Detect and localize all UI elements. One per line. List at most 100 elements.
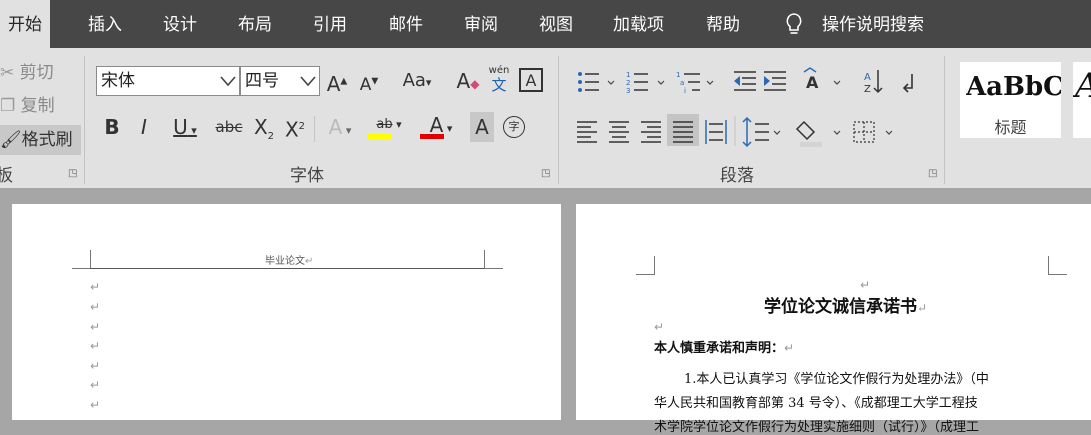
tell-me-search[interactable]: 操作说明搜索	[822, 0, 924, 48]
tab-insert[interactable]: 插入	[88, 0, 122, 48]
distributed-icon[interactable]	[705, 120, 727, 144]
style-preview-2: A	[1075, 66, 1091, 106]
chevron-down-icon: ▾	[443, 122, 453, 135]
style-heading[interactable]: AaBbC 标题	[960, 62, 1061, 138]
font-dialog-launcher-icon[interactable]: ◳	[541, 168, 552, 179]
subscript-button[interactable]: X2	[251, 112, 277, 142]
bullets-icon[interactable]	[578, 72, 615, 92]
paragraph-mark: ↵	[90, 280, 101, 294]
line-spacing-icon[interactable]	[742, 116, 781, 148]
borders-icon[interactable]	[853, 121, 893, 143]
chevron-down-icon: ▾	[392, 118, 402, 131]
chevron-down-icon: ▾	[342, 124, 352, 137]
declaration-heading-text: 本人慎重承诺和声明：	[654, 341, 785, 356]
tab-home[interactable]: 开始	[0, 0, 50, 48]
svg-text:1: 1	[676, 71, 680, 79]
body-line: 1.本人已认真学习《学位论文作假行为处理办法》（中	[684, 372, 989, 387]
paragraph-mark: ↵	[90, 300, 101, 314]
text-effects-button[interactable]: A ▾	[320, 112, 360, 142]
font-name-value: 宋体	[101, 71, 135, 91]
align-center-icon[interactable]	[609, 121, 629, 143]
svg-text:1: 1	[626, 71, 630, 79]
character-border-button[interactable]: A	[519, 68, 543, 92]
chevron-down-icon: ▾	[187, 124, 197, 137]
style-next[interactable]: A	[1073, 62, 1091, 138]
svg-text:i: i	[684, 87, 686, 95]
increase-indent-icon[interactable]	[764, 71, 786, 91]
tab-design[interactable]: 设计	[163, 0, 197, 48]
numbering-icon[interactable]: 123	[626, 71, 665, 95]
format-painter-button[interactable]: 🖌格式刷	[0, 125, 81, 155]
tab-help[interactable]: 帮助	[706, 0, 740, 48]
highlighter-icon: ab	[376, 117, 393, 132]
document-page-right[interactable]: ↵ 学位论文诚信承诺书↵ ↵ 本人慎重承诺和声明：↵ 1.本人已认真学习《学位论…	[576, 204, 1091, 435]
paragraph-mark: ↵	[90, 359, 101, 373]
lightbulb-icon[interactable]	[783, 12, 805, 38]
group-separator	[944, 56, 945, 184]
font-name-combo[interactable]: 宋体	[96, 66, 240, 96]
superscript-button[interactable]: X2	[282, 112, 308, 142]
svg-text:A: A	[806, 73, 819, 92]
shading-icon[interactable]	[795, 120, 841, 147]
style-preview: AaBbC	[966, 72, 1061, 102]
paragraph-mark: ↵	[860, 278, 871, 292]
style-name: 标题	[994, 118, 1027, 137]
highlight-button[interactable]: ab ▾	[366, 110, 412, 140]
font-color-button[interactable]: A ▾	[418, 110, 464, 140]
phonetic-bottom: 文	[491, 76, 507, 94]
group-separator	[84, 56, 85, 184]
show-paragraph-marks-icon[interactable]	[902, 74, 913, 93]
superscript-mark: 2	[298, 121, 306, 132]
svg-text:A: A	[864, 72, 871, 83]
align-left-icon[interactable]	[577, 121, 597, 143]
enclose-characters-button[interactable]: 字	[503, 116, 525, 138]
character-shading-button[interactable]: A	[470, 112, 494, 142]
tab-references[interactable]: 引用	[313, 0, 347, 48]
clipboard-dialog-launcher-icon[interactable]: ◳	[68, 168, 79, 179]
svg-text:Z: Z	[864, 84, 871, 95]
font-color-bar	[420, 134, 444, 139]
sort-icon[interactable]: AZ	[864, 70, 883, 95]
paragraph-mark: ↵	[784, 341, 795, 355]
clear-formatting-button[interactable]: A◆	[455, 66, 481, 96]
phonetic-guide-button[interactable]: wén 文	[486, 64, 512, 94]
grow-font-icon: A▲	[326, 71, 348, 96]
tab-view[interactable]: 视图	[539, 0, 573, 48]
enclose-label: 字	[508, 120, 520, 133]
tab-mailings[interactable]: 邮件	[389, 0, 423, 48]
brush-icon: 🖌	[0, 130, 22, 150]
copy-button[interactable]: ❐ 复制	[0, 91, 55, 121]
paragraph-mark: ↵	[90, 398, 101, 412]
declaration-heading: 本人慎重承诺和声明：↵	[654, 337, 794, 356]
document-page-left[interactable]: 毕业论文↵ ↵ ↵ ↵ ↵ ↵ ↵ ↵	[12, 204, 561, 420]
format-painter-label: 格式刷	[21, 130, 73, 150]
margin-corner-tr	[484, 250, 503, 269]
bold-button[interactable]: B	[100, 112, 124, 142]
italic-button[interactable]: I	[132, 112, 156, 142]
justify-selected-bg	[667, 114, 699, 146]
align-right-icon[interactable]	[641, 121, 661, 143]
strikethrough-button[interactable]: abc	[214, 112, 244, 142]
decrease-indent-icon[interactable]	[734, 71, 756, 91]
italic-label: I	[141, 115, 147, 139]
font-size-value: 四号	[245, 71, 279, 91]
paragraph-controls: 123 1ai A AZ	[577, 67, 913, 148]
tab-layout[interactable]: 布局	[238, 0, 272, 48]
change-case-button[interactable]: Aa▾	[396, 66, 438, 96]
tab-review[interactable]: 审阅	[464, 0, 498, 48]
bold-label: B	[104, 115, 120, 139]
body-line: 华人民共和国教育部第 34 号令）、《成都理工大学工程技	[654, 396, 978, 411]
margin-corner-tl	[636, 256, 655, 275]
font-group-label: 字体	[290, 166, 324, 186]
tab-addins[interactable]: 加载项	[613, 0, 664, 48]
cut-button[interactable]: ✂ 剪切	[0, 58, 54, 88]
font-size-combo[interactable]: 四号	[240, 66, 320, 96]
header-rule	[90, 268, 484, 269]
underline-button[interactable]: U ▾	[164, 112, 206, 142]
chevron-down-icon	[220, 76, 236, 87]
paragraph-dialog-launcher-icon[interactable]: ◳	[928, 168, 939, 179]
text-direction-icon[interactable]: A	[803, 67, 841, 92]
shrink-font-button[interactable]: A▼	[357, 66, 381, 96]
grow-font-button[interactable]: A▲	[325, 66, 349, 96]
multilevel-list-icon[interactable]: 1ai	[676, 71, 714, 95]
